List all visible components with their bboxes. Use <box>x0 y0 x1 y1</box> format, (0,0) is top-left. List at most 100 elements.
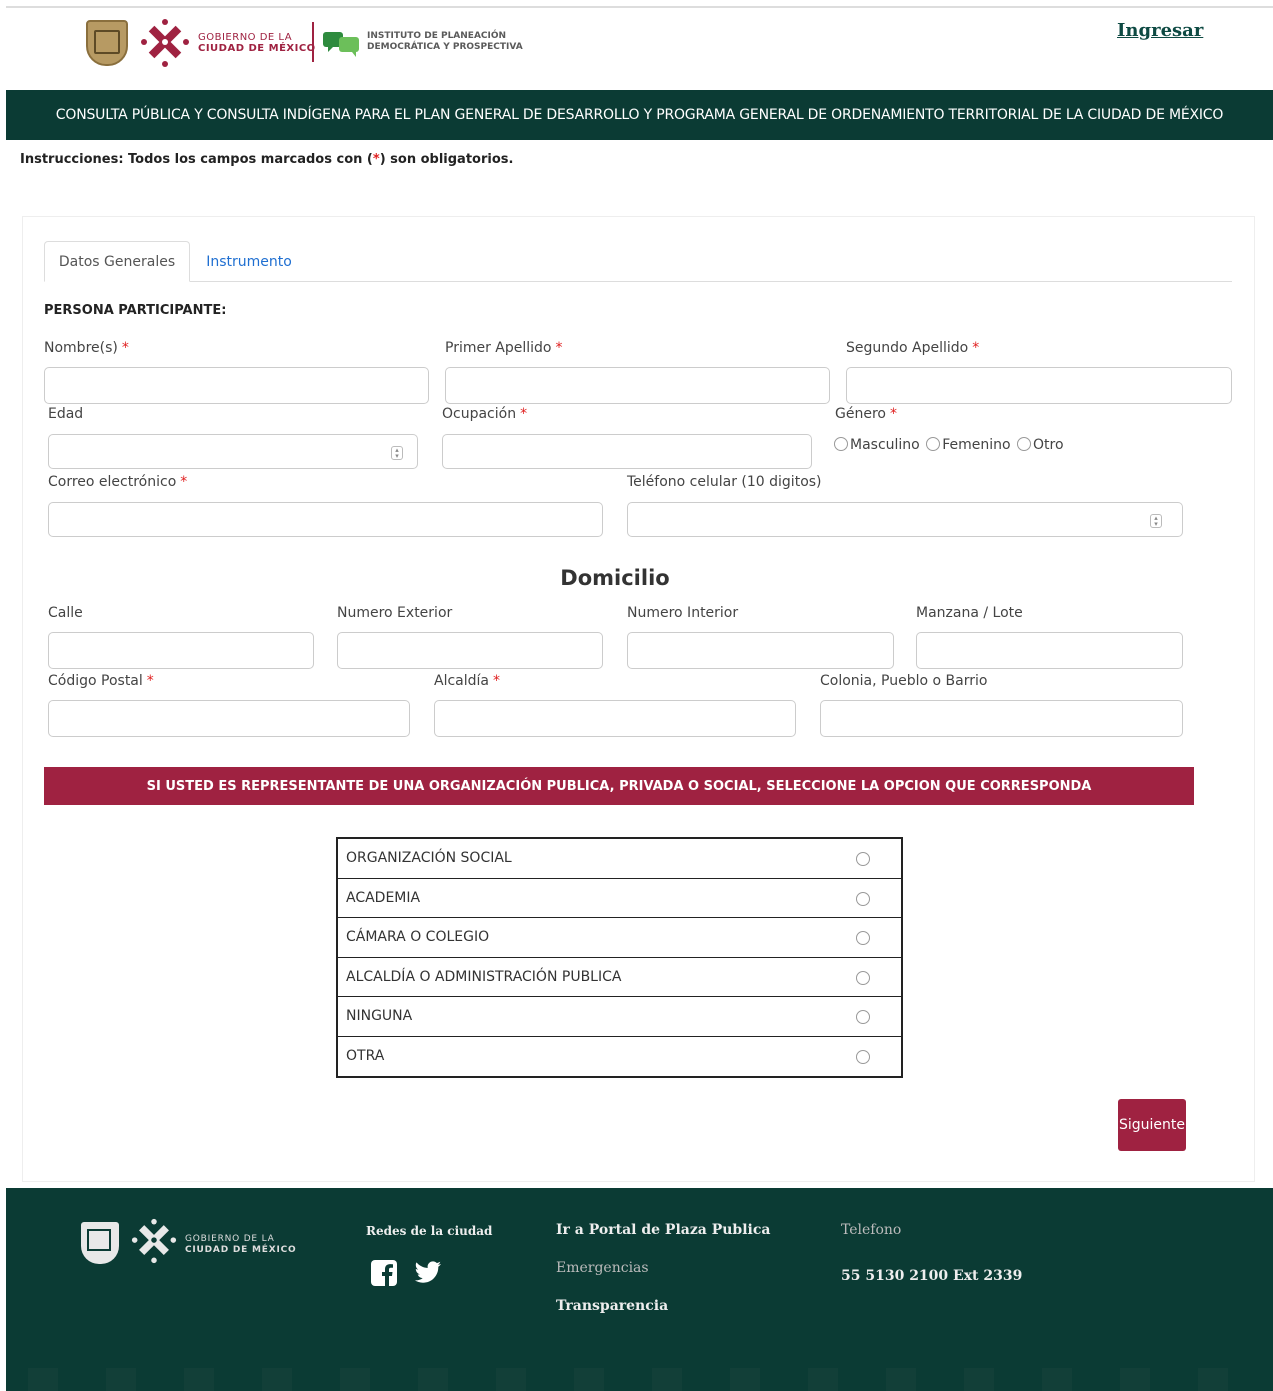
radio-button[interactable] <box>834 437 848 451</box>
required-mark: * <box>372 152 380 167</box>
social-heading: Redes de la ciudad <box>366 1224 493 1238</box>
site-footer: GOBIERNO DE LA CIUDAD DE MÉXICO Redes de… <box>6 1188 1273 1391</box>
footer-gobierno-line-1: GOBIERNO DE LA <box>185 1234 275 1244</box>
footer-decorative-pattern <box>6 1368 1273 1391</box>
organization-banner-text: SI USTED ES REPRESENTANTE DE UNA ORGANIZ… <box>146 778 1092 794</box>
genero-label-text: Género <box>835 406 886 422</box>
tab-instrumento[interactable]: Instrumento <box>192 241 306 282</box>
ocupacion-label: Ocupación * <box>442 406 527 422</box>
primer-apellido-input[interactable] <box>445 367 830 404</box>
radio-button[interactable] <box>856 1010 870 1024</box>
required-mark: * <box>146 673 154 689</box>
org-option-row[interactable]: ACADEMIA <box>338 879 901 918</box>
spinner-icon[interactable]: ▴ ▾ <box>391 446 403 460</box>
instituto-logo-text: INSTITUTO DE PLANEACIÓN DEMOCRÁTICA Y PR… <box>367 31 523 53</box>
radio-button[interactable] <box>856 931 870 945</box>
correo-label-text: Correo electrónico <box>48 474 177 490</box>
ocupacion-input[interactable] <box>442 434 812 469</box>
org-option-label: ACADEMIA <box>346 889 421 906</box>
telefono-label: Teléfono celular (10 digitos) <box>627 474 822 490</box>
telefono-input[interactable]: ▴ ▾ <box>627 502 1183 537</box>
next-button[interactable]: Siguiente <box>1118 1099 1186 1151</box>
codigo-postal-input[interactable] <box>48 700 410 737</box>
radio-button[interactable] <box>856 1049 870 1064</box>
org-option-row[interactable]: ORGANIZACIÓN SOCIAL <box>338 839 901 879</box>
org-option-row[interactable]: ALCALDÍA O ADMINISTRACIÓN PUBLICA <box>338 958 901 997</box>
cdmx-logo-icon <box>141 19 189 67</box>
correo-label: Correo electrónico * <box>48 474 187 490</box>
segundo-apellido-label: Segundo Apellido * <box>846 340 979 356</box>
genero-option-masculino[interactable]: Masculino <box>834 437 920 453</box>
spinner-icon[interactable]: ▴ ▾ <box>1150 514 1162 528</box>
instructions-prefix: Instrucciones: Todos los campos marcados… <box>20 152 373 167</box>
ocupacion-label-text: Ocupación <box>442 406 517 422</box>
org-option-row[interactable]: OTRA <box>338 1037 901 1077</box>
numero-interior-input[interactable] <box>627 632 894 669</box>
genero-radio-group: Masculino Femenino Otro <box>834 437 1066 453</box>
gobierno-line-2: CIUDAD DE MÉXICO <box>198 43 316 54</box>
calle-input[interactable] <box>48 632 314 669</box>
segundo-apellido-label-text: Segundo Apellido <box>846 340 969 356</box>
primer-apellido-label-text: Primer Apellido <box>445 340 552 356</box>
alcaldia-input[interactable] <box>434 700 796 737</box>
edad-label: Edad <box>48 406 84 422</box>
footer-gobierno-line-2: CIUDAD DE MÉXICO <box>185 1245 297 1255</box>
gobierno-line-1: GOBIERNO DE LA <box>198 32 293 43</box>
org-option-row[interactable]: CÁMARA O COLEGIO <box>338 918 901 958</box>
cdmx-shield-icon <box>86 20 128 66</box>
nombre-input[interactable] <box>44 367 429 404</box>
gobierno-logo-text: GOBIERNO DE LA CIUDAD DE MÉXICO <box>198 32 316 54</box>
org-option-label: ALCALDÍA O ADMINISTRACIÓN PUBLICA <box>346 968 622 985</box>
radio-button[interactable] <box>856 970 870 985</box>
genero-option-femenino[interactable]: Femenino <box>926 437 1011 453</box>
codigo-postal-label-text: Código Postal <box>48 673 143 689</box>
tab-datos-generales[interactable]: Datos Generales <box>44 241 190 282</box>
tab-bar: Datos Generales Instrumento <box>44 241 1232 282</box>
colonia-label: Colonia, Pueblo o Barrio <box>820 673 988 689</box>
twitter-icon[interactable] <box>414 1260 442 1286</box>
site-header <box>6 8 1273 90</box>
nombre-label-text: Nombre(s) <box>44 340 118 356</box>
radio-button[interactable] <box>856 891 870 906</box>
radio-button[interactable] <box>1017 437 1032 451</box>
edad-input[interactable]: ▴ ▾ <box>48 434 418 469</box>
numero-interior-label: Numero Interior <box>627 605 739 621</box>
footer-gobierno-text: GOBIERNO DE LA CIUDAD DE MÉXICO <box>185 1234 297 1256</box>
radio-button[interactable] <box>856 852 870 866</box>
portal-link[interactable]: Ir a Portal de Plaza Publica <box>556 1222 770 1238</box>
segundo-apellido-input[interactable] <box>846 367 1232 404</box>
numero-exterior-input[interactable] <box>337 632 603 669</box>
cdmx-shield-icon <box>81 1222 119 1264</box>
manzana-lote-input[interactable] <box>916 632 1183 669</box>
cdmx-logo-icon <box>131 1218 177 1264</box>
domicilio-title: Domicilio <box>560 566 670 590</box>
radio-button[interactable] <box>926 437 941 451</box>
org-option-label: OTRA <box>346 1048 385 1065</box>
correo-input[interactable] <box>48 502 603 537</box>
colonia-input[interactable] <box>820 700 1183 737</box>
org-option-label: NINGUNA <box>346 1008 413 1025</box>
codigo-postal-label: Código Postal * <box>48 673 154 689</box>
transparencia-link[interactable]: Transparencia <box>556 1298 668 1314</box>
organization-banner: SI USTED ES REPRESENTANTE DE UNA ORGANIZ… <box>44 767 1194 805</box>
required-mark: * <box>493 673 500 689</box>
nombre-label: Nombre(s) * <box>44 340 129 356</box>
genero-option-otro[interactable]: Otro <box>1017 437 1064 453</box>
instituto-line-1: INSTITUTO DE PLANEACIÓN <box>367 31 507 41</box>
org-option-row[interactable]: NINGUNA <box>338 997 901 1037</box>
login-link[interactable]: Ingresar <box>1117 20 1203 41</box>
required-mark: * <box>972 340 980 356</box>
genero-option-label: Masculino <box>850 437 920 453</box>
org-option-label: CÁMARA O COLEGIO <box>346 929 490 946</box>
instituto-line-2: DEMOCRÁTICA Y PROSPECTIVA <box>367 42 523 52</box>
numero-exterior-label: Numero Exterior <box>337 605 453 621</box>
alcaldia-label: Alcaldía * <box>434 673 500 689</box>
required-mark: * <box>520 406 528 422</box>
phone-number: 55 5130 2100 Ext 2339 <box>841 1268 1023 1284</box>
organization-options-table: ORGANIZACIÓN SOCIAL ACADEMIA CÁMARA O CO… <box>336 837 903 1078</box>
facebook-icon[interactable] <box>371 1260 397 1286</box>
required-mark: * <box>180 474 188 490</box>
emergencias-link[interactable]: Emergencias <box>556 1260 649 1276</box>
phone-heading: Telefono <box>841 1222 902 1238</box>
genero-option-label: Otro <box>1033 437 1064 453</box>
